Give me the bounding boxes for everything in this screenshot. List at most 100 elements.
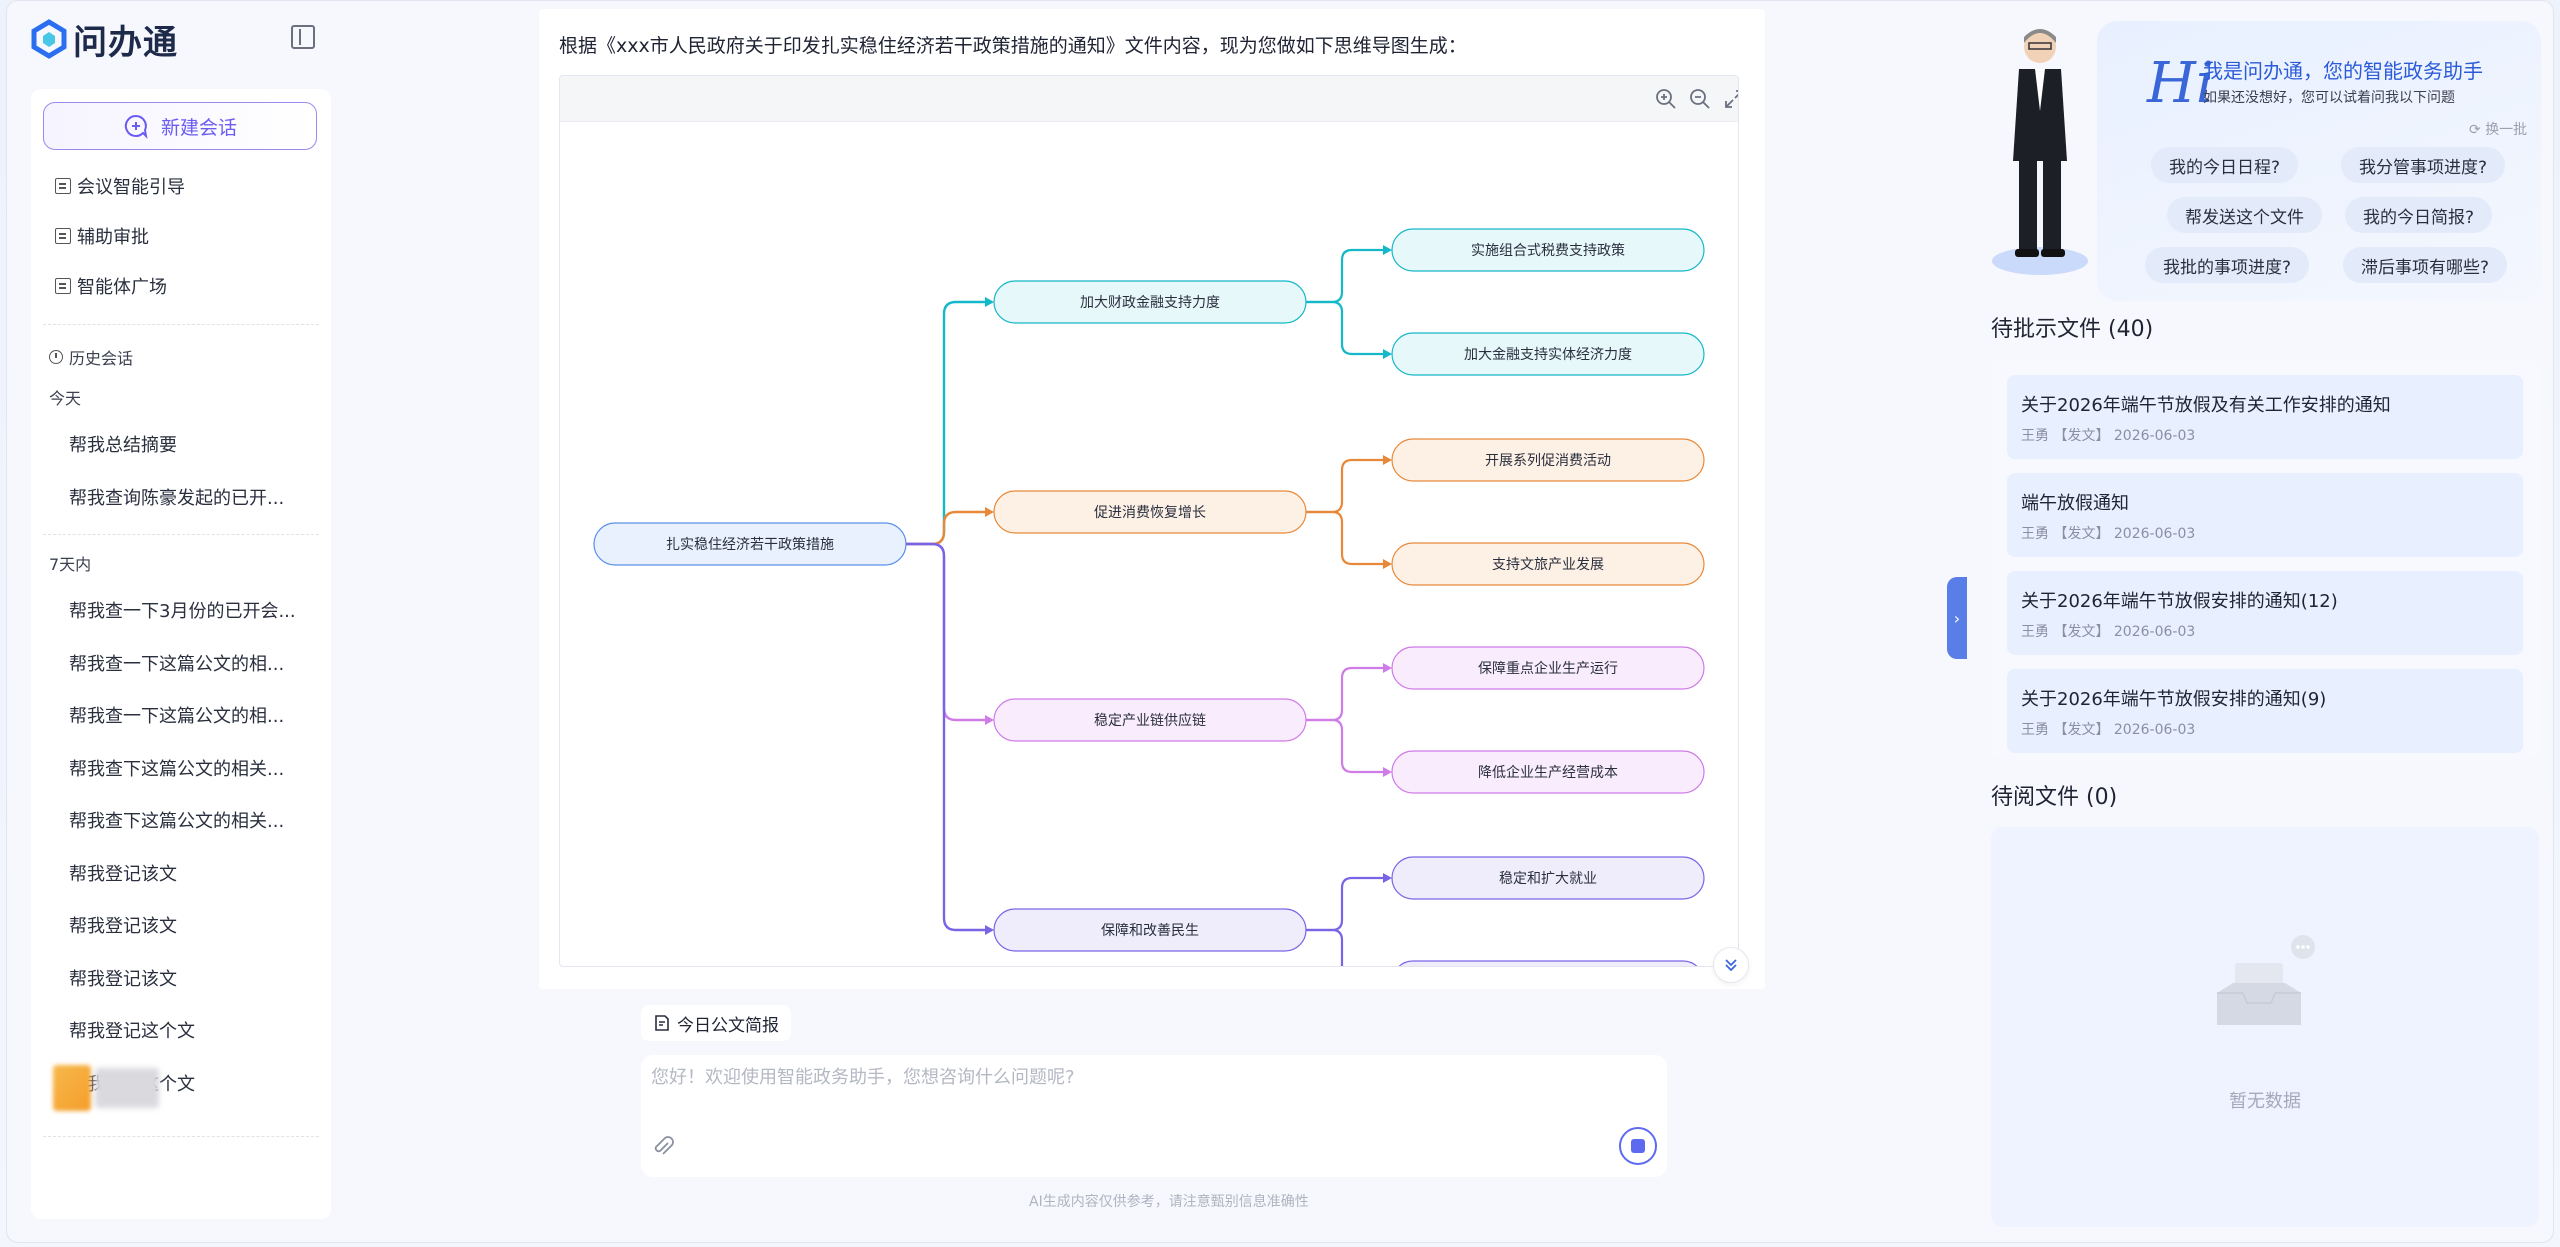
- scroll-down-button[interactable]: [1713, 947, 1749, 983]
- assistant-panel: Hi 我是问办通，您的智能政务助手 如果还没想好，您可以试着问我以下问题 ⟳ 换…: [1967, 21, 2549, 1242]
- fullscreen-icon[interactable]: [1722, 87, 1739, 111]
- panel-toggle-handle[interactable]: ›: [1947, 577, 1967, 659]
- suggested-question[interactable]: 我的今日日程?: [2151, 147, 2299, 183]
- document-icon: [55, 178, 71, 194]
- zoom-in-icon[interactable]: [1654, 87, 1678, 111]
- mindmap-leaf-label: 保障重点企业生产运行: [1478, 660, 1618, 677]
- sidebar-item-assist-approval[interactable]: 辅助审批: [55, 221, 149, 251]
- history-item[interactable]: 帮我登记该文: [69, 912, 177, 938]
- chevron-double-down-icon: [1725, 959, 1737, 972]
- week-label: 7天内: [49, 555, 92, 574]
- pending-doc-item[interactable]: 关于2026年端午节放假及有关工作安排的通知 王勇 【发文】 2026-06-0…: [2007, 375, 2523, 459]
- assistant-avatar-figure: [1992, 29, 2088, 275]
- app-name: 问办通: [73, 22, 178, 63]
- mindmap-edge: [906, 542, 992, 722]
- mindmap-edge: [1306, 876, 1390, 932]
- avatar: [53, 1065, 91, 1111]
- arrow-head: [1383, 767, 1392, 777]
- document-edit-icon: [655, 1015, 669, 1031]
- doc-meta: 王勇 【发文】 2026-06-03: [2021, 722, 2196, 738]
- history-item[interactable]: 帮我总结摘要: [69, 431, 177, 457]
- user-profile[interactable]: [53, 1065, 159, 1111]
- pending-section-title: 待批示文件 (40): [1991, 317, 2154, 342]
- to-read-section-title: 待阅文件 (0): [1991, 785, 2118, 810]
- history-item[interactable]: 帮我登记该文: [69, 860, 177, 886]
- chat-plus-icon: [124, 114, 148, 139]
- mindmap-edge: [1306, 666, 1390, 722]
- pending-doc-item[interactable]: 关于2026年端午节放假安排的通知(9) 王勇 【发文】 2026-06-03: [2007, 669, 2523, 753]
- mindmap-leaf-label: 降低企业生产经营成本: [1478, 764, 1618, 781]
- mindmap-edge: [1306, 248, 1390, 304]
- pending-doc-item[interactable]: 端午放假通知 王勇 【发文】 2026-06-03: [2007, 473, 2523, 557]
- sidebar-toggle-icon[interactable]: [291, 25, 315, 49]
- history-item[interactable]: 帮我登记这个文: [69, 1017, 195, 1043]
- today-label: 今天: [49, 389, 82, 408]
- sidebar: 问办通 新建会话 会议智能引导 辅助审批 智能体广场 历史会话 今天 帮我总结摘…: [7, 1, 337, 1242]
- history-item[interactable]: 帮我查一下这篇公文的相...: [69, 702, 284, 728]
- history-item[interactable]: 帮我查下这篇公文的相关...: [69, 807, 284, 833]
- suggested-question[interactable]: 我的今日简报?: [2345, 197, 2493, 233]
- history-item[interactable]: 帮我查一下3月份的已开会...: [69, 597, 296, 623]
- document-icon: [55, 228, 71, 244]
- doc-title: 关于2026年端午节放假安排的通知(12): [2021, 591, 2338, 612]
- mindmap-leaf-label: 实施组合式税费支持政策: [1471, 242, 1625, 259]
- history-item[interactable]: 帮我查一下这篇公文的相...: [69, 650, 284, 676]
- mindmap-edge: [1306, 510, 1390, 566]
- arrow-head: [1383, 455, 1392, 465]
- pending-doc-item[interactable]: 关于2026年端午节放假安排的通知(12) 王勇 【发文】 2026-06-03: [2007, 571, 2523, 655]
- mindmap-edge: [1306, 300, 1390, 356]
- history-item[interactable]: 帮我查下这篇公文的相关...: [69, 755, 284, 781]
- suggested-question[interactable]: 我分管事项进度?: [2341, 147, 2506, 183]
- divider: [43, 1136, 319, 1137]
- mindmap-branch-label: 保障和改善民生: [1101, 923, 1199, 939]
- pending-list: 关于2026年端午节放假及有关工作安排的通知 王勇 【发文】 2026-06-0…: [1991, 359, 2539, 759]
- mindmap-leaf-label: 稳定和扩大就业: [1499, 871, 1597, 887]
- chat-input-box: [641, 1055, 1667, 1177]
- mindmap-leaf-box: [1398, 960, 1698, 966]
- mindmap-branch-label: 加大财政金融支持力度: [1080, 295, 1220, 311]
- sidebar-item-label: 辅助审批: [77, 227, 149, 248]
- sidebar-card: 新建会话 会议智能引导 辅助审批 智能体广场 历史会话 今天 帮我总结摘要 帮我…: [31, 89, 331, 1219]
- daily-brief-label: 今日公文简报: [677, 1015, 779, 1036]
- sidebar-item-meeting-guide[interactable]: 会议智能引导: [55, 171, 185, 201]
- to-read-list: 暂无数据: [1991, 827, 2539, 1227]
- history-item[interactable]: 帮我登记该文: [69, 965, 177, 991]
- suggested-question[interactable]: 我批的事项进度?: [2145, 247, 2310, 283]
- ai-disclaimer: AI生成内容仅供参考，请注意甄别信息准确性: [1029, 1194, 1309, 1210]
- empty-state-text: 暂无数据: [2229, 1091, 2301, 1112]
- arrow-head: [1383, 873, 1392, 883]
- app-window: 问办通 新建会话 会议智能引导 辅助审批 智能体广场 历史会话 今天 帮我总结摘…: [6, 0, 2554, 1243]
- chat-input[interactable]: [651, 1067, 1551, 1088]
- arrow-head: [1383, 559, 1392, 569]
- assistant-title: 我是问办通，您的智能政务助手: [2203, 59, 2483, 83]
- arrow-head: [985, 925, 994, 935]
- mindmap-edge: [1306, 458, 1390, 514]
- mindmap-branch-label: 稳定产业链供应链: [1094, 712, 1206, 729]
- zoom-out-icon[interactable]: [1688, 87, 1712, 111]
- sidebar-item-agent-square[interactable]: 智能体广场: [55, 271, 167, 301]
- divider: [43, 324, 319, 325]
- doc-meta: 王勇 【发文】 2026-06-03: [2021, 526, 2196, 542]
- suggested-question[interactable]: 滞后事项有哪些?: [2343, 247, 2508, 283]
- suggested-question[interactable]: 帮发送这个文件: [2167, 197, 2322, 233]
- arrow-head: [1383, 663, 1392, 673]
- mindmap-diagram: 扎实稳住经济若干政策措施 加大财政金融支持力度 实施组合式税费支持政策加大金融支持实…: [593, 228, 1705, 966]
- brand: 问办通: [29, 15, 178, 63]
- daily-brief-chip[interactable]: 今日公文简报: [641, 1005, 791, 1041]
- refresh-questions-button[interactable]: ⟳ 换一批: [2469, 119, 2527, 139]
- sidebar-item-label: 会议智能引导: [77, 177, 185, 198]
- chat-message-panel: 根据《xxx市人民政府关于印发扎实稳住经济若干政策措施的通知》文件内容，现为您做…: [539, 9, 1765, 989]
- arrow-head: [985, 715, 994, 725]
- history-item[interactable]: 帮我查询陈豪发起的已开...: [69, 484, 284, 510]
- new-chat-button[interactable]: 新建会话: [43, 102, 317, 150]
- empty-inbox-icon: [2217, 935, 2315, 1025]
- agent-icon: [55, 278, 71, 294]
- attachment-icon[interactable]: [651, 1135, 675, 1159]
- app-logo-icon: [31, 19, 67, 59]
- stop-button[interactable]: [1619, 1127, 1657, 1165]
- mindmap-edge: [906, 510, 992, 546]
- history-label: 历史会话: [69, 349, 134, 368]
- doc-meta: 王勇 【发文】 2026-06-03: [2021, 624, 2196, 640]
- history-heading: 历史会话: [49, 345, 133, 369]
- arrow-head: [1383, 245, 1392, 255]
